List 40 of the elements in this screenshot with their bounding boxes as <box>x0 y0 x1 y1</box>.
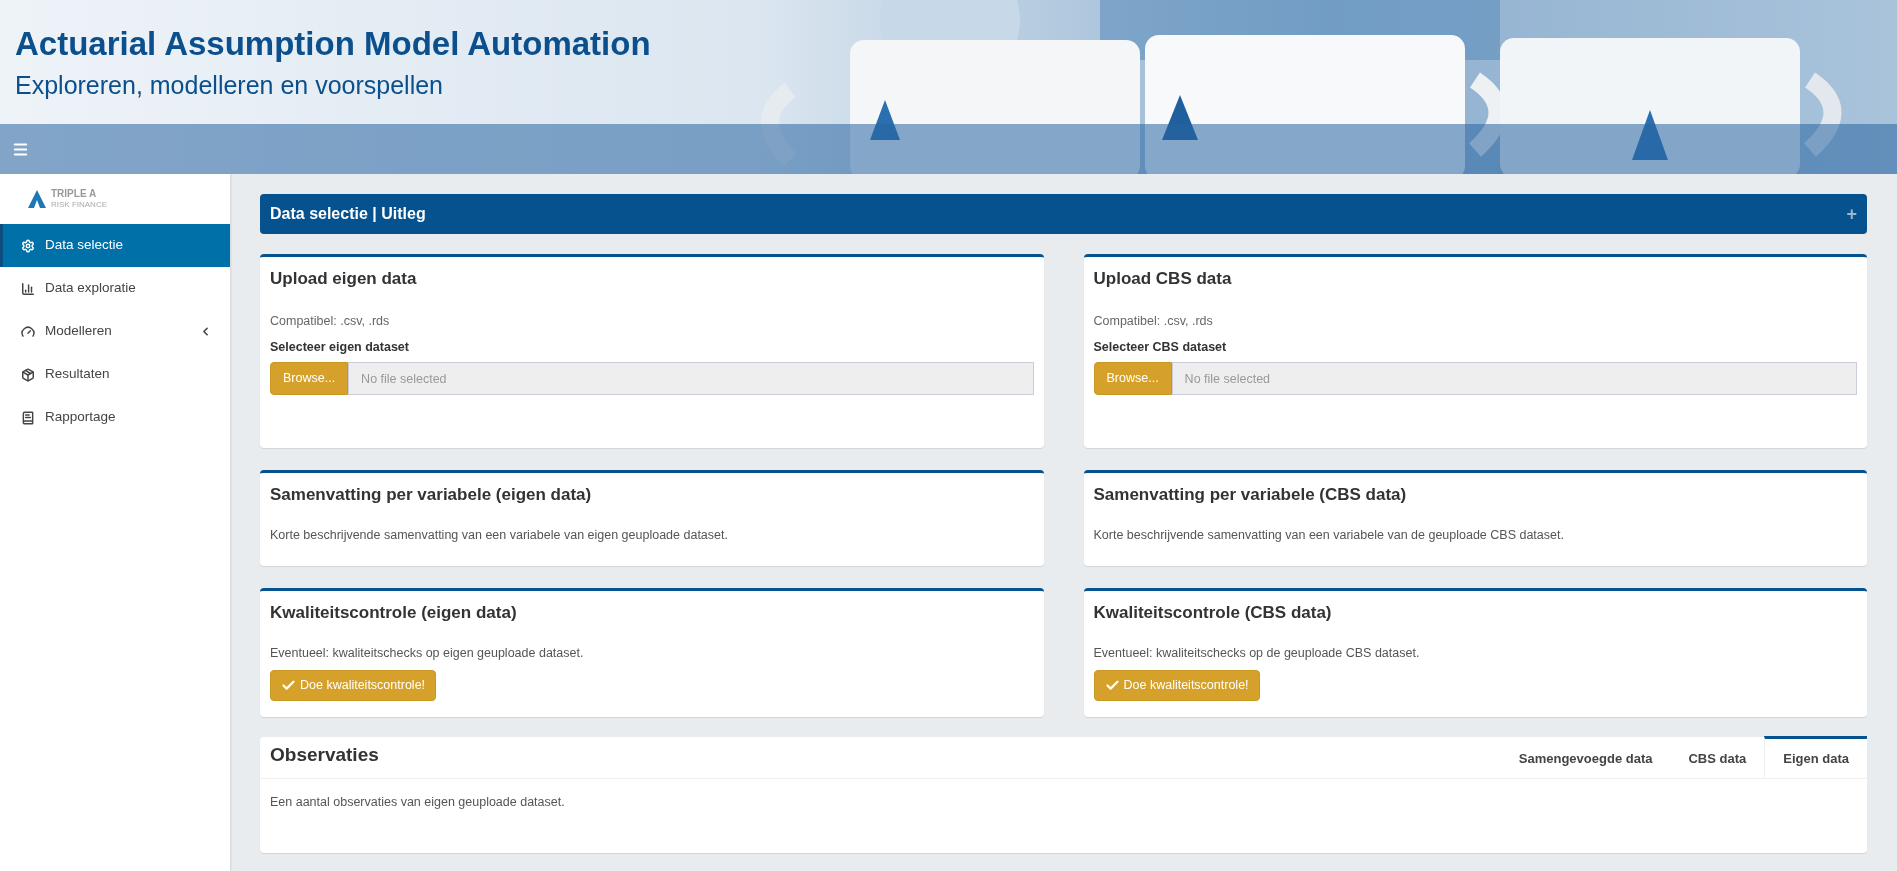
observations-text: Een aantal observaties van eigen geuploade dataset. <box>269 794 566 811</box>
description-text: Korte beschrijvende samenvatting van een variabele van eigen geuploade dataset. <box>269 526 729 544</box>
panel-title: Kwaliteitscontrole (CBS data) <box>1092 602 1333 624</box>
box-icon <box>21 367 35 382</box>
gear-icon <box>21 238 35 253</box>
sidebar-item[interactable]: Rapportage <box>0 396 230 439</box>
field-label: Selecteer CBS dataset <box>1092 339 1228 357</box>
observations-title: Observaties <box>269 742 380 767</box>
file-field[interactable]: No file selected <box>348 362 1034 395</box>
sidebar-item[interactable]: Data exploratie <box>0 267 230 310</box>
bar-chart-icon <box>21 281 35 296</box>
app-title: Actuarial Assumption Model Automation <box>15 24 652 64</box>
tab[interactable]: CBS data <box>1670 736 1765 778</box>
field-label: Selecteer eigen dataset <box>269 339 410 357</box>
panel-title: Upload eigen data <box>269 268 418 290</box>
panel-title: Kwaliteitscontrole (eigen data) <box>269 602 518 624</box>
app-subtitle: Exploreren, modelleren en voorspellen <box>15 70 445 101</box>
logo-tagline: RISK FINANCE <box>51 201 107 209</box>
hint-text: Compatibel: .csv, .rds <box>1092 312 1214 330</box>
hint-text: Compatibel: .csv, .rds <box>269 312 391 330</box>
tab[interactable]: Samengevoegde data <box>1500 736 1671 778</box>
sidebar-item[interactable]: Data selectie <box>0 224 230 267</box>
sidebar-item[interactable]: Modelleren <box>0 310 230 353</box>
logo-icon <box>26 188 48 210</box>
sidebar-item[interactable]: Resultaten <box>0 353 230 396</box>
tab[interactable]: Eigen data <box>1764 736 1867 778</box>
file-field[interactable]: No file selected <box>1171 362 1857 395</box>
panel-title: Upload CBS data <box>1092 268 1233 290</box>
expand-toggle[interactable]: + <box>1846 200 1857 228</box>
panel-title: Samenvatting per variabele (CBS data) <box>1092 484 1408 506</box>
menu-icon[interactable] <box>12 140 29 158</box>
panel-title: Samenvatting per variabele (eigen data) <box>269 484 593 506</box>
explanation-header[interactable]: Data selectie | Uitleg + <box>260 194 1867 234</box>
book-icon <box>21 410 35 425</box>
explanation-title: Data selectie | Uitleg <box>270 204 426 224</box>
gauge-icon <box>21 324 35 339</box>
logo-name: TRIPLE A <box>51 189 98 199</box>
description-text: Korte beschrijvende samenvatting van een variabele van de geuploade CBS dataset. <box>1092 526 1565 544</box>
description-text: Eventueel: kwaliteitschecks op de geuploade CBS dataset. <box>1092 644 1421 662</box>
description-text: Eventueel: kwaliteitschecks op eigen geuploade dataset. <box>269 644 585 662</box>
